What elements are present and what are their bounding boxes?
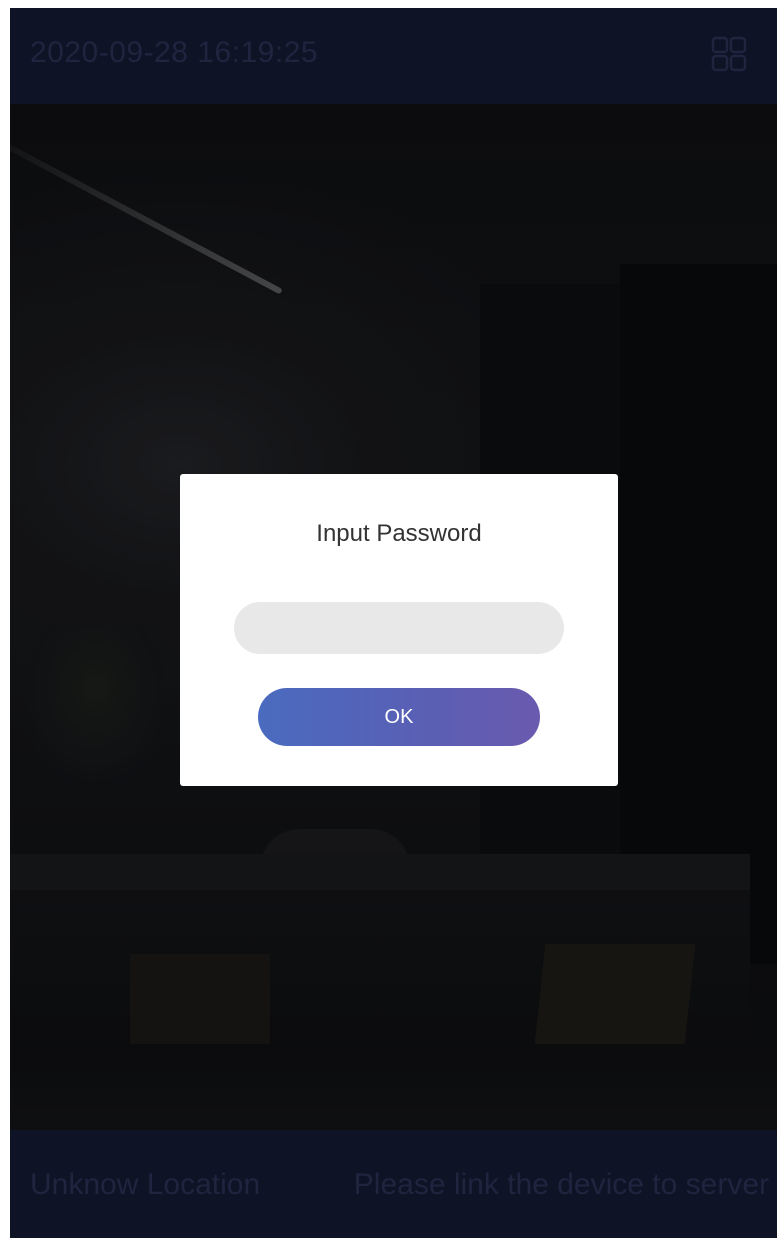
password-input[interactable] xyxy=(234,602,564,654)
password-dialog: Input Password OK xyxy=(180,474,618,786)
ok-button[interactable]: OK xyxy=(258,688,540,746)
dialog-title: Input Password xyxy=(316,520,482,547)
